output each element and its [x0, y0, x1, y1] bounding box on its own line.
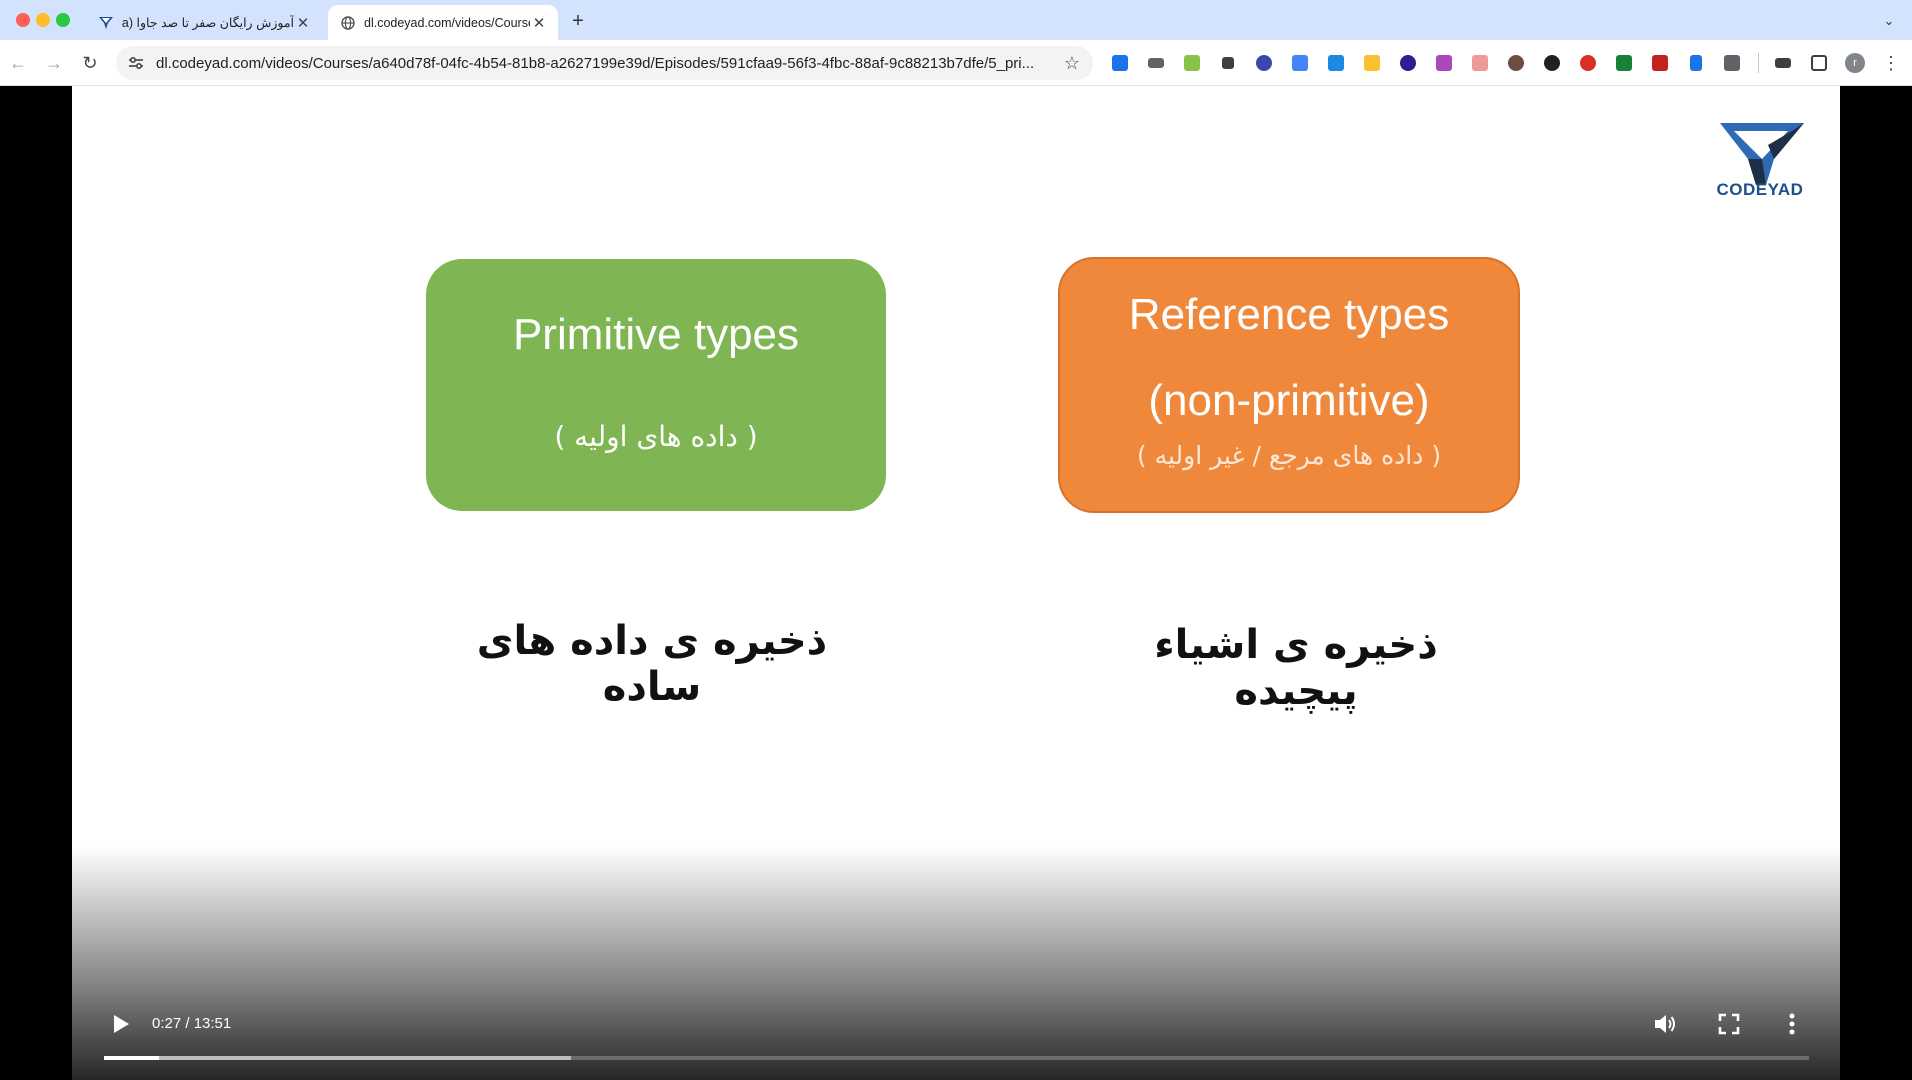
progress-buffered — [104, 1056, 572, 1060]
extension-icon[interactable] — [1612, 51, 1636, 75]
more-icon[interactable]: ⋮ — [1879, 51, 1903, 75]
extension-icon[interactable] — [1360, 51, 1384, 75]
reference-types-subtitle: ( داده های مرجع / غیر اولیه ) — [1136, 441, 1442, 470]
extension-icon[interactable] — [1216, 51, 1240, 75]
media-icon[interactable] — [1771, 51, 1795, 75]
chevron-down-icon: ⌄ — [1883, 13, 1895, 28]
extension-icon[interactable] — [1468, 51, 1492, 75]
reference-types-title-line2: (non-primitive) — [1148, 376, 1430, 425]
address-bar[interactable]: dl.codeyad.com/videos/Courses/a640d78f-0… — [116, 46, 1093, 80]
minimize-window-button[interactable] — [36, 13, 50, 27]
forward-button[interactable]: → — [42, 51, 66, 75]
reference-types-title: Reference types — [1128, 290, 1450, 339]
volume-button[interactable] — [1651, 1010, 1679, 1038]
forward-icon: → — [45, 52, 63, 73]
close-icon[interactable]: ✕ — [294, 14, 312, 32]
extension-icon[interactable] — [1108, 51, 1132, 75]
tab-title: آموزش رایگان صفر تا صد جاوا (Java) — [122, 16, 294, 30]
primitive-types-title: Primitive types — [512, 310, 800, 359]
back-icon: ← — [9, 52, 27, 73]
play-icon[interactable] — [108, 1012, 132, 1036]
back-button[interactable]: ← — [6, 51, 30, 75]
extension-icon[interactable] — [1432, 51, 1456, 75]
more-icon — [1789, 1013, 1795, 1035]
reference-caption: ذخیره ی اشیاء پیچیده — [1154, 622, 1438, 714]
plus-icon: + — [572, 9, 584, 32]
extension-icon[interactable] — [1720, 51, 1744, 75]
site-info-icon[interactable] — [126, 53, 146, 73]
time-display: 0:27 / 13:51 — [152, 1015, 232, 1032]
tab-codeyad-course[interactable]: آموزش رایگان صفر تا صد جاوا (Java) ✕ — [86, 5, 322, 40]
extension-icon[interactable] — [1180, 51, 1204, 75]
progress-played — [104, 1056, 160, 1060]
fullscreen-icon — [1718, 1013, 1740, 1035]
logo-text: CODEYAD — [1716, 180, 1804, 199]
extension-icon[interactable] — [1252, 51, 1276, 75]
profile-avatar[interactable]: r — [1843, 51, 1867, 75]
extension-icon[interactable] — [1540, 51, 1564, 75]
close-icon[interactable]: ✕ — [530, 14, 548, 32]
extension-icon[interactable] — [1648, 51, 1672, 75]
url-text[interactable]: dl.codeyad.com/videos/Courses/a640d78f-0… — [156, 55, 1061, 72]
extension-icon[interactable] — [1396, 51, 1420, 75]
volume-icon — [1655, 1015, 1675, 1033]
codeyad-favicon-icon — [98, 15, 114, 31]
tab-strip: آموزش رایگان صفر تا صد جاوا (Java) ✕ dl.… — [0, 0, 1912, 40]
controls-gradient — [72, 846, 1840, 1080]
extensions-bar: r ⋮ — [1108, 51, 1912, 75]
progress-bar[interactable] — [104, 1056, 1809, 1060]
extension-icon[interactable] — [1504, 51, 1528, 75]
extension-icon[interactable] — [1144, 51, 1168, 75]
extension-icon[interactable] — [1324, 51, 1348, 75]
browser-toolbar: ← → ↻ dl.codeyad.com/videos/Courses/a640… — [0, 40, 1912, 86]
more-options-button[interactable] — [1778, 1010, 1806, 1038]
star-icon[interactable]: ☆ — [1061, 53, 1083, 74]
maximize-window-button[interactable] — [56, 13, 70, 27]
reload-button[interactable]: ↻ — [78, 51, 102, 75]
extension-icon[interactable] — [1288, 51, 1312, 75]
fullscreen-button[interactable] — [1715, 1010, 1743, 1038]
globe-icon — [340, 15, 356, 31]
primitive-caption: ذخیره ی داده های ساده — [476, 618, 828, 710]
reference-types-box: Reference types (non-primitive) ( داده ه… — [1058, 257, 1520, 513]
new-tab-button[interactable]: + — [566, 9, 590, 33]
tab-video[interactable]: dl.codeyad.com/videos/Courses/a640d78f-0… — [328, 5, 558, 40]
reload-icon: ↻ — [82, 52, 98, 73]
close-window-button[interactable] — [16, 13, 30, 27]
video-player[interactable]: CODEYAD Primitive types ( داده های اولیه… — [0, 86, 1912, 1080]
sidebar-icon[interactable] — [1807, 51, 1831, 75]
primitive-types-box: Primitive types ( داده های اولیه ) — [426, 259, 886, 511]
tab-title: dl.codeyad.com/videos/Courses/a640d78f-0… — [364, 15, 530, 30]
extension-icon[interactable] — [1576, 51, 1600, 75]
toolbar-divider — [1758, 53, 1759, 73]
tab-search-button[interactable]: ⌄ — [1876, 8, 1902, 34]
primitive-types-subtitle: ( داده های اولیه ) — [554, 420, 758, 453]
extension-icon[interactable] — [1684, 51, 1708, 75]
